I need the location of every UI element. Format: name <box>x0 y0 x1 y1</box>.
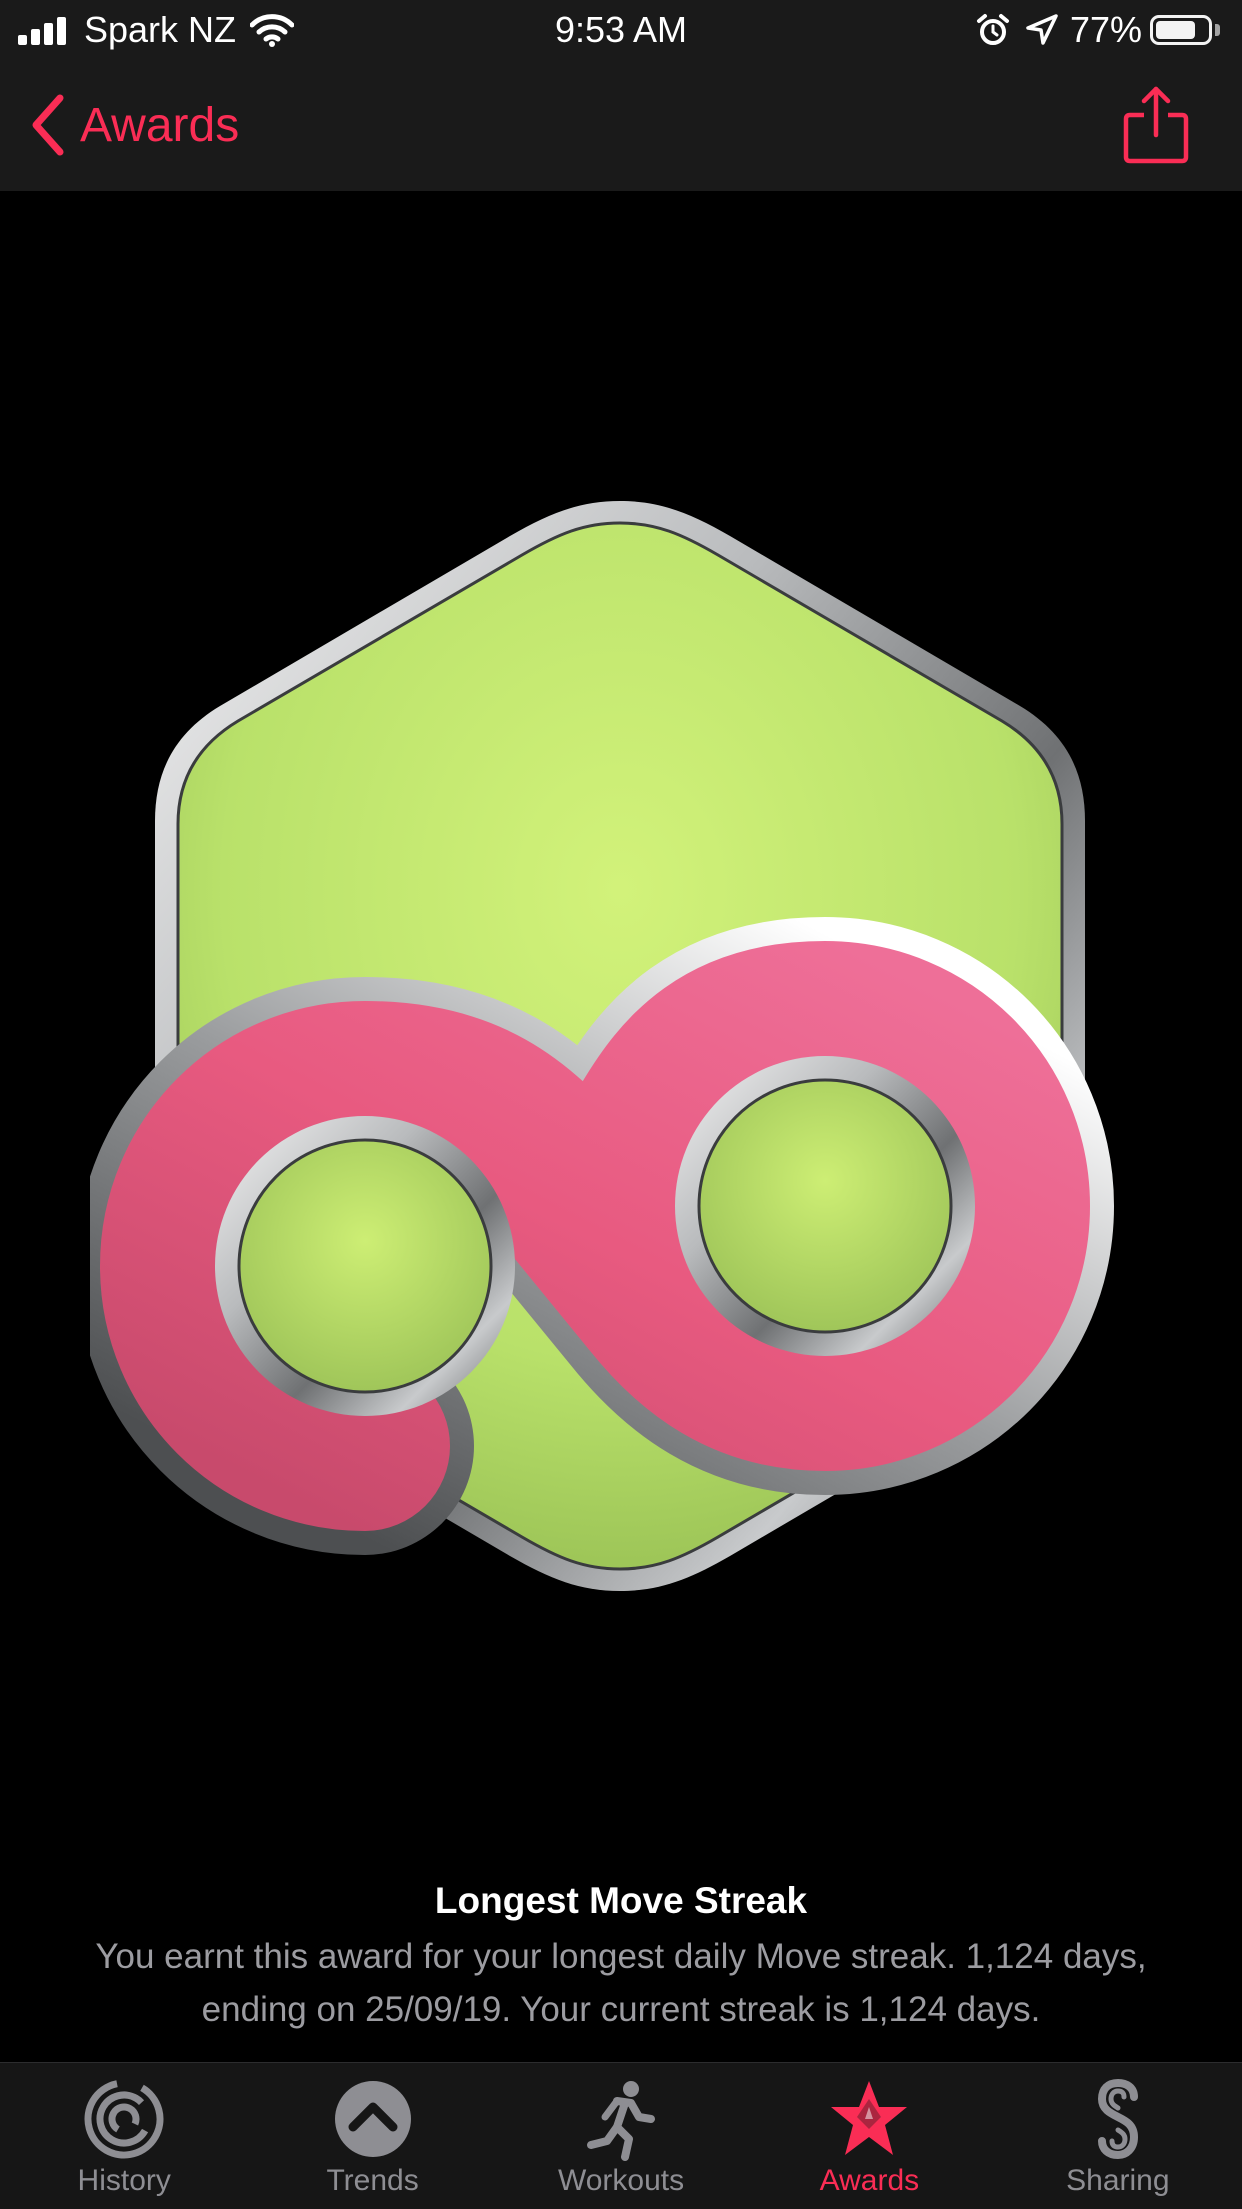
status-right: 77% <box>976 8 1220 52</box>
tab-label: Trends <box>326 2164 419 2197</box>
trends-chevron-up-icon <box>334 2081 411 2157</box>
tab-sharing[interactable]: Sharing <box>994 2063 1242 2209</box>
share-button[interactable] <box>1120 85 1192 165</box>
alarm-icon <box>976 14 1009 45</box>
medal-area <box>0 191 1242 1851</box>
tab-trends[interactable]: Trends <box>248 2063 496 2209</box>
battery-icon <box>1150 15 1212 45</box>
battery-fill <box>1156 21 1195 39</box>
tab-awards[interactable]: Awards <box>745 2063 993 2209</box>
award-description: You earnt this award for your longest da… <box>95 1937 1147 2029</box>
tab-workouts[interactable]: Workouts <box>497 2063 745 2209</box>
award-title: Longest Move Streak <box>434 1880 808 1921</box>
star-award-icon <box>831 2081 908 2155</box>
back-button[interactable]: Awards <box>30 90 239 160</box>
battery-tip <box>1215 24 1220 36</box>
navigation-bar: Awards <box>0 60 1242 191</box>
infinity-hexagon-medal-icon <box>90 501 1115 1591</box>
status-bar: Spark NZ 9:53 AM 77% <box>0 0 1242 60</box>
tab-label: Awards <box>819 2164 920 2197</box>
running-figure-icon <box>587 2081 656 2161</box>
chevron-left-icon <box>32 94 64 156</box>
sharing-s-icon <box>1097 2078 1138 2160</box>
tab-label: History <box>77 2164 171 2197</box>
tab-bar: History Trends Workouts Awards Sharing <box>0 2062 1242 2209</box>
location-arrow-icon <box>1026 14 1058 45</box>
tab-label: Workouts <box>557 2164 685 2197</box>
tab-history[interactable]: History <box>0 2063 248 2209</box>
back-label: Awards <box>80 98 240 152</box>
share-icon <box>1123 86 1189 164</box>
battery-percent: 77% <box>1069 9 1142 50</box>
tab-label: Sharing <box>1066 2164 1170 2197</box>
history-rings-icon <box>84 2079 164 2159</box>
